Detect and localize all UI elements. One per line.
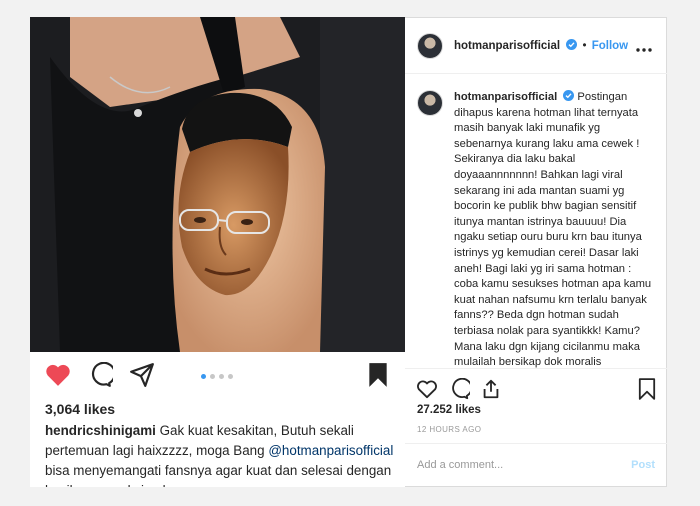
- post-action-bar: [405, 368, 667, 409]
- caption-text-cont: bisa menyemangati fansnya agar kuat dan …: [45, 463, 392, 487]
- avatar[interactable]: [417, 33, 443, 59]
- carousel-dot[interactable]: [210, 373, 215, 379]
- follow-button[interactable]: Follow: [592, 40, 628, 52]
- post-photo[interactable]: [30, 17, 405, 352]
- comment-bubble-icon[interactable]: [85, 360, 115, 390]
- share-upload-icon[interactable]: [479, 377, 503, 401]
- separator-dot: •: [582, 40, 587, 52]
- carousel-dot[interactable]: [228, 373, 233, 379]
- heart-outline-icon[interactable]: [415, 377, 439, 401]
- comment-list: hotmanparisofficial Postingan dihapus ka…: [405, 74, 667, 374]
- comment-body: hotmanparisofficial Postingan dihapus ka…: [454, 90, 654, 371]
- caption-username[interactable]: hendricshinigami: [45, 423, 156, 438]
- header-user-line: hotmanparisofficial • Follow: [454, 39, 628, 52]
- bookmark-outline-icon[interactable]: [635, 377, 659, 401]
- carousel-dot[interactable]: [219, 373, 224, 379]
- left-post-card: 3,064 likes hendricshinigami Gak kuat ke…: [30, 17, 405, 487]
- more-horizontal-icon[interactable]: [635, 40, 653, 52]
- add-comment-bar: Add a comment... Post: [405, 443, 667, 489]
- paper-plane-icon[interactable]: [127, 360, 157, 390]
- post-button[interactable]: Post: [631, 459, 655, 471]
- verified-badge-icon: [566, 39, 578, 50]
- carousel-indicator: [201, 372, 233, 380]
- add-comment-input[interactable]: Add a comment...: [417, 459, 503, 471]
- bookmark-filled-icon[interactable]: [363, 360, 393, 390]
- post-caption: hendricshinigami Gak kuat kesakitan, But…: [45, 421, 395, 487]
- avatar[interactable]: [417, 90, 443, 116]
- carousel-dot[interactable]: [201, 373, 206, 379]
- post-header: hotmanparisofficial • Follow: [405, 18, 667, 74]
- right-post-panel: hotmanparisofficial • Follow hotmanparis…: [405, 17, 667, 487]
- caption-mention[interactable]: @hotmanparisofficial: [268, 443, 393, 458]
- header-username[interactable]: hotmanparisofficial: [454, 40, 560, 52]
- comment-bubble-icon[interactable]: [447, 377, 471, 401]
- like-count[interactable]: 27.252 likes: [417, 404, 481, 416]
- tattoo-photo-illustration: [30, 17, 405, 352]
- comment-username[interactable]: hotmanparisofficial: [454, 91, 557, 103]
- heart-filled-icon[interactable]: [43, 360, 73, 390]
- post-action-bar: [30, 360, 405, 396]
- comment-text: Postingan dihapus karena hotman lihat te…: [454, 91, 652, 369]
- post-timestamp[interactable]: 12 HOURS AGO: [417, 425, 481, 434]
- like-count[interactable]: 3,064 likes: [45, 401, 115, 417]
- verified-badge-icon: [563, 90, 575, 101]
